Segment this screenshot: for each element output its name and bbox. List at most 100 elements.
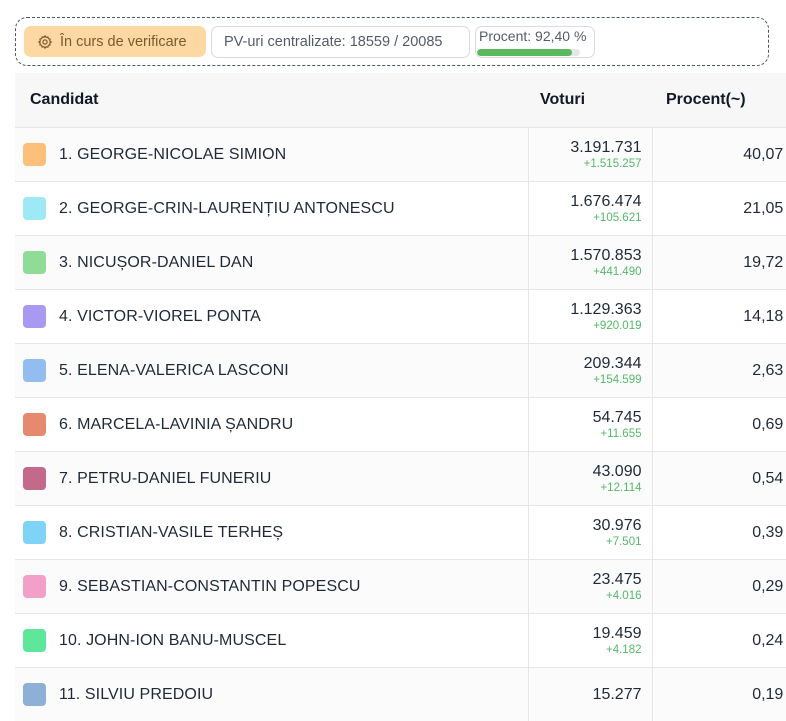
candidate-cell: 2. GEORGE-CRIN-LAURENȚIU ANTONESCU [15, 182, 528, 236]
votes-delta: +4.016 [529, 589, 642, 603]
candidate-color-swatch [23, 467, 46, 490]
candidate-name: 9. SEBASTIAN-CONSTANTIN POPESCU [59, 578, 361, 596]
votes-delta: +1.515.257 [529, 157, 642, 171]
votes-cell: 43.090+12.114 [528, 452, 652, 506]
pv-counter: PV-uri centralizate: 18559 / 20085 [211, 26, 470, 58]
candidate-name: 1. GEORGE-NICOLAE SIMION [59, 146, 286, 164]
candidate-wrapper: 11. SILVIU PREDOIU [15, 683, 528, 706]
status-bar: În curs de verificare PV-uri centralizat… [15, 17, 769, 66]
candidate-wrapper: 9. SEBASTIAN-CONSTANTIN POPESCU [15, 575, 528, 598]
votes-delta: +12.114 [529, 481, 642, 495]
candidate-name: 6. MARCELA-LAVINIA ȘANDRU [59, 416, 293, 434]
percent-cell: 21,05 % [652, 182, 786, 236]
votes-count: 19.459 [529, 625, 642, 643]
votes-delta: +105.621 [529, 211, 642, 225]
pv-counter-text: PV-uri centralizate: 18559 / 20085 [224, 34, 442, 50]
candidate-cell: 6. MARCELA-LAVINIA ȘANDRU [15, 398, 528, 452]
percent-cell: 2,63 % [652, 344, 786, 398]
percent-cell: 0,69 % [652, 398, 786, 452]
candidate-cell: 5. ELENA-VALERICA LASCONI [15, 344, 528, 398]
candidate-color-swatch [23, 413, 46, 436]
votes-cell: 19.459+4.182 [528, 614, 652, 668]
votes-count: 54.745 [529, 409, 642, 427]
votes-cell: 209.344+154.599 [528, 344, 652, 398]
percent-cell: 19,72 % [652, 236, 786, 290]
votes-delta: +441.490 [529, 265, 642, 279]
candidate-color-swatch [23, 197, 46, 220]
candidate-color-swatch [23, 143, 46, 166]
percent-cell: 0,24 % [652, 614, 786, 668]
votes-count: 3.191.731 [529, 139, 642, 157]
verification-status-badge[interactable]: În curs de verificare [24, 26, 206, 57]
votes-delta: +7.501 [529, 535, 642, 549]
candidate-wrapper: 3. NICUȘOR-DANIEL DAN [15, 251, 528, 274]
candidate-cell: 9. SEBASTIAN-CONSTANTIN POPESCU [15, 560, 528, 614]
votes-cell: 54.745+11.655 [528, 398, 652, 452]
progress-box: Procent: 92,40 % [475, 26, 595, 58]
candidate-wrapper: 8. CRISTIAN-VASILE TERHEȘ [15, 521, 528, 544]
table-header-row: Candidat Voturi Procent(~) [15, 73, 786, 128]
gear-icon [37, 34, 53, 50]
votes-count: 15.277 [529, 686, 642, 704]
candidate-wrapper: 5. ELENA-VALERICA LASCONI [15, 359, 528, 382]
votes-delta: +11.655 [529, 427, 642, 441]
candidate-color-swatch [23, 305, 46, 328]
candidate-color-swatch [23, 629, 46, 652]
votes-delta: +920.019 [529, 319, 642, 333]
candidate-color-swatch [23, 359, 46, 382]
candidate-cell: 8. CRISTIAN-VASILE TERHEȘ [15, 506, 528, 560]
table-row[interactable]: 4. VICTOR-VIOREL PONTA1.129.363+920.0191… [15, 290, 786, 344]
progress-track [477, 49, 580, 56]
table-row[interactable]: 7. PETRU-DANIEL FUNERIU43.090+12.1140,54… [15, 452, 786, 506]
header-candidate[interactable]: Candidat [15, 73, 528, 128]
table-row[interactable]: 9. SEBASTIAN-CONSTANTIN POPESCU 23.475+4.… [15, 560, 786, 614]
votes-cell: 15.277 [528, 668, 652, 721]
percent-cell: 14,18 % [652, 290, 786, 344]
table-row[interactable]: 11. SILVIU PREDOIU 15.277 0,19 % [15, 668, 786, 721]
votes-count: 1.129.363 [529, 301, 642, 319]
votes-cell: 1.129.363+920.019 [528, 290, 652, 344]
votes-cell: 30.976+7.501 [528, 506, 652, 560]
header-votes[interactable]: Voturi [528, 73, 652, 128]
table-row[interactable]: 5. ELENA-VALERICA LASCONI 209.344+154.599… [15, 344, 786, 398]
votes-cell: 23.475+4.016 [528, 560, 652, 614]
candidate-cell: 7. PETRU-DANIEL FUNERIU [15, 452, 528, 506]
progress-label: Procent: 92,40 % [477, 28, 594, 44]
votes-delta: +154.599 [529, 373, 642, 387]
candidate-color-swatch [23, 683, 46, 706]
votes-count: 30.976 [529, 517, 642, 535]
table-row[interactable]: 3. NICUȘOR-DANIEL DAN1.570.853+441.49019… [15, 236, 786, 290]
table-row[interactable]: 1. GEORGE-NICOLAE SIMION 3.191.731+1.515.… [15, 128, 786, 182]
candidate-wrapper: 6. MARCELA-LAVINIA ȘANDRU [15, 413, 528, 436]
candidate-name: 2. GEORGE-CRIN-LAURENȚIU ANTONESCU [59, 200, 395, 218]
percent-cell: 0,54 % [652, 452, 786, 506]
votes-count: 1.676.474 [529, 193, 642, 211]
candidate-wrapper: 2. GEORGE-CRIN-LAURENȚIU ANTONESCU [15, 197, 528, 220]
table-row[interactable]: 8. CRISTIAN-VASILE TERHEȘ30.976+7.5010,3… [15, 506, 786, 560]
table-row[interactable]: 6. MARCELA-LAVINIA ȘANDRU54.745+11.6550,… [15, 398, 786, 452]
table-row[interactable]: 10. JOHN-ION BANU-MUSCEL19.459+4.1820,24… [15, 614, 786, 668]
candidate-cell: 11. SILVIU PREDOIU [15, 668, 528, 721]
candidate-color-swatch [23, 521, 46, 544]
votes-count: 1.570.853 [529, 247, 642, 265]
candidate-cell: 3. NICUȘOR-DANIEL DAN [15, 236, 528, 290]
candidate-cell: 10. JOHN-ION BANU-MUSCEL [15, 614, 528, 668]
header-percent[interactable]: Procent(~) [652, 73, 786, 128]
candidate-name: 7. PETRU-DANIEL FUNERIU [59, 470, 271, 488]
candidate-wrapper: 4. VICTOR-VIOREL PONTA [15, 305, 528, 328]
status-badge-label: În curs de verificare [60, 34, 187, 50]
progress-fill [477, 49, 572, 56]
candidate-name: 5. ELENA-VALERICA LASCONI [59, 362, 289, 380]
candidate-name: 4. VICTOR-VIOREL PONTA [59, 308, 261, 326]
votes-count: 23.475 [529, 571, 642, 589]
votes-delta: +4.182 [529, 643, 642, 657]
percent-cell: 0,19 % [652, 668, 786, 721]
results-table: Candidat Voturi Procent(~) 1. GEORGE-NIC… [15, 73, 786, 721]
candidate-color-swatch [23, 575, 46, 598]
votes-cell: 1.570.853+441.490 [528, 236, 652, 290]
candidate-name: 11. SILVIU PREDOIU [59, 686, 213, 704]
votes-count: 43.090 [529, 463, 642, 481]
candidate-wrapper: 10. JOHN-ION BANU-MUSCEL [15, 629, 528, 652]
candidate-wrapper: 7. PETRU-DANIEL FUNERIU [15, 467, 528, 490]
table-row[interactable]: 2. GEORGE-CRIN-LAURENȚIU ANTONESCU 1.676.… [15, 182, 786, 236]
